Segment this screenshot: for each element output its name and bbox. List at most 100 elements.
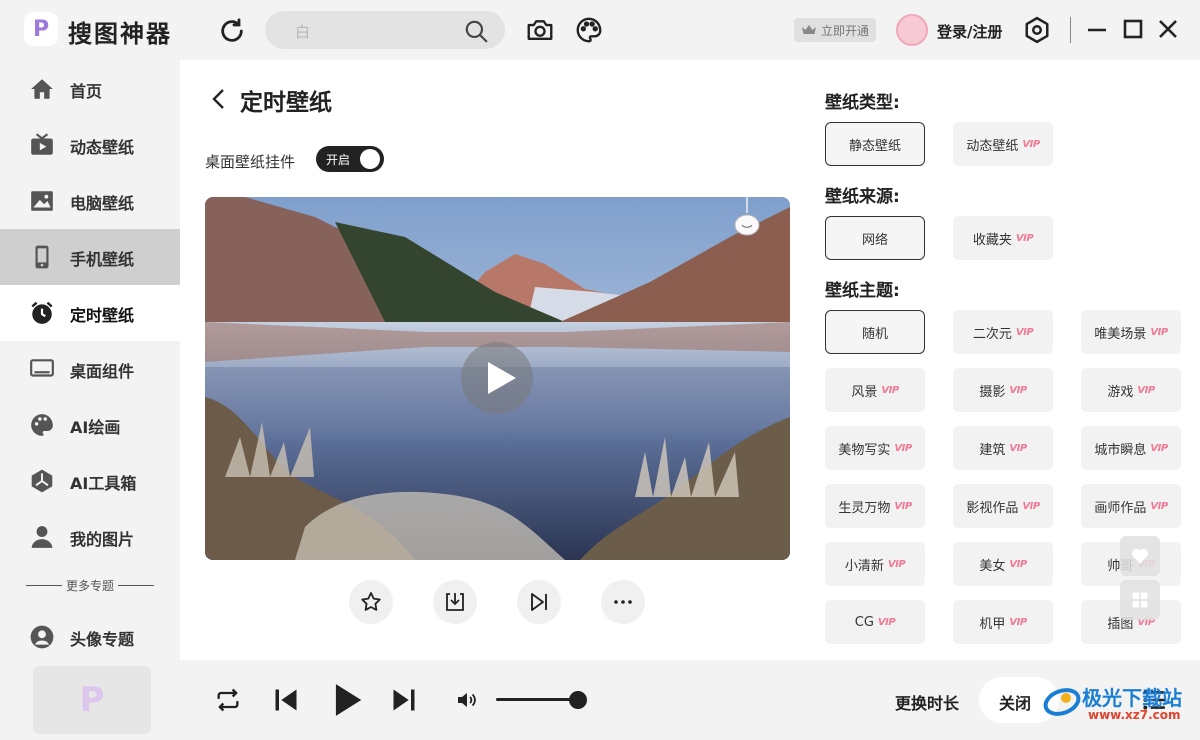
option-label: 收藏夹	[972, 232, 1012, 248]
option-live-wallpaper[interactable]: 动态壁纸 VIP	[953, 122, 1053, 166]
theme-option[interactable]: 机甲 VIP	[953, 600, 1053, 644]
settings-hex-icon[interactable]	[1022, 15, 1052, 45]
vip-badge: VIP	[1009, 558, 1027, 570]
option-label: 小清新	[844, 558, 884, 574]
sidebar-item-phone-wallpaper[interactable]: 手机壁纸	[0, 229, 180, 285]
repeat-icon[interactable]	[213, 686, 243, 714]
more-options-button[interactable]	[601, 580, 645, 624]
sidebar-item-label: 我的图片	[70, 530, 135, 549]
option-source-network[interactable]: 网络	[825, 216, 925, 260]
more-topics-divider: 更多专题	[26, 577, 154, 594]
widget-toggle-label: 桌面壁纸挂件	[205, 153, 296, 171]
play-overlay-button[interactable]	[461, 342, 533, 414]
theme-option[interactable]: 游戏 VIP	[1081, 368, 1181, 412]
refresh-icon[interactable]	[218, 17, 246, 45]
sidebar-item-live-wallpaper[interactable]: 动态壁纸	[0, 117, 180, 173]
camera-icon[interactable]	[525, 15, 555, 45]
app-logo: P	[24, 12, 58, 46]
vip-badge: VIP	[1009, 384, 1027, 396]
theme-option[interactable]: 画师作品 VIP	[1081, 484, 1181, 528]
image-icon	[31, 191, 53, 211]
theme-option[interactable]: 生灵万物 VIP	[825, 484, 925, 528]
avatar[interactable]	[896, 14, 928, 46]
main-panel: 定时壁纸 桌面壁纸挂件 开启 壁纸类型: 静态壁纸 动态壁纸 VIP 壁纸来源:…	[180, 60, 1200, 660]
logo-letter: P	[32, 16, 50, 42]
option-label: 随机	[861, 326, 888, 342]
widget-toggle[interactable]: 开启	[316, 146, 384, 172]
sidebar-item-avatar-topic[interactable]: 头像专题	[0, 609, 180, 665]
theme-option[interactable]: 二次元 VIP	[953, 310, 1053, 354]
apps-float-button[interactable]	[1120, 580, 1160, 620]
search-bar[interactable]: 白	[265, 11, 505, 49]
volume-slider-handle[interactable]	[569, 691, 588, 709]
sidebar-item-pc-wallpaper[interactable]: 电脑壁纸	[0, 173, 180, 229]
sidebar-item-label: 手机壁纸	[70, 250, 135, 269]
sidebar-item-label: 头像专题	[70, 630, 135, 649]
sidebar-item-label: 首页	[70, 82, 103, 101]
play-icon[interactable]	[328, 680, 366, 720]
next-icon[interactable]	[389, 686, 419, 714]
avatar-icon	[30, 625, 54, 649]
vip-open-button[interactable]: 立即开通	[794, 18, 876, 42]
theme-option[interactable]: 风景 VIP	[825, 368, 925, 412]
theme-option[interactable]: 城市瞬息 VIP	[1081, 426, 1181, 470]
theme-option[interactable]: 唯美场景 VIP	[1081, 310, 1181, 354]
hanging-widget-icon[interactable]	[733, 197, 761, 237]
phone-icon	[35, 245, 49, 269]
wallpaper-preview[interactable]	[205, 197, 790, 560]
sidebar-item-label: AI绘画	[70, 418, 121, 437]
close-icon[interactable]	[1156, 17, 1180, 41]
theme-option[interactable]: 建筑 VIP	[953, 426, 1053, 470]
theme-option[interactable]: CG VIP	[825, 600, 925, 644]
sidebar: 首页 动态壁纸 电脑壁纸 手机壁纸 定时壁纸 桌面组件 AI绘画 AI工具箱 我…	[0, 60, 180, 660]
vip-badge: VIP	[1015, 326, 1034, 338]
skip-next-icon	[531, 593, 547, 611]
vip-badge: VIP	[1137, 384, 1155, 396]
sidebar-item-label: AI工具箱	[70, 474, 137, 493]
sidebar-item-ai-painting[interactable]: AI绘画	[0, 397, 180, 453]
sidebar-item-ai-toolbox[interactable]: AI工具箱	[0, 453, 180, 509]
vip-badge: VIP	[881, 384, 899, 396]
previous-icon[interactable]	[271, 686, 301, 714]
change-duration-label[interactable]: 更换时长	[895, 690, 959, 714]
theme-option[interactable]: 小清新 VIP	[825, 542, 925, 586]
favorite-button[interactable]	[349, 580, 393, 624]
download-icon	[446, 593, 464, 611]
vip-badge: VIP	[1022, 500, 1040, 512]
close-timer-label: 关闭	[999, 694, 1032, 713]
search-input[interactable]: 白	[295, 21, 310, 42]
next-wallpaper-button[interactable]	[517, 580, 561, 624]
back-arrow-icon[interactable]	[208, 86, 230, 112]
login-register-link[interactable]: 登录/注册	[937, 21, 1002, 42]
theme-option[interactable]: 影视作品 VIP	[953, 484, 1053, 528]
sidebar-item-my-images[interactable]: 我的图片	[0, 509, 180, 565]
vip-badge: VIP	[887, 558, 906, 570]
watermark-name: 极光下载站	[1082, 686, 1182, 710]
option-label: 唯美场景	[1094, 326, 1147, 342]
tv-icon	[31, 133, 53, 155]
theme-option[interactable]: 随机	[825, 310, 925, 354]
site-watermark: 极光下载站 www.xz7.com	[1042, 680, 1192, 730]
option-label: 建筑	[979, 442, 1006, 458]
maximize-icon[interactable]	[1121, 17, 1145, 41]
option-label: 画师作品	[1094, 500, 1147, 516]
window-separator	[1070, 17, 1071, 43]
current-cover-thumbnail[interactable]: P	[33, 666, 151, 734]
player-bar: P 更换时长 关闭	[0, 660, 1200, 740]
volume-slider[interactable]	[496, 698, 578, 701]
theme-option[interactable]: 美女 VIP	[953, 542, 1053, 586]
sidebar-item-desktop-widgets[interactable]: 桌面组件	[0, 341, 180, 397]
minimize-icon[interactable]	[1085, 17, 1109, 41]
favorite-float-button[interactable]	[1120, 536, 1160, 576]
sidebar-item-home[interactable]: 首页	[0, 61, 180, 117]
option-static-wallpaper[interactable]: 静态壁纸	[825, 122, 925, 166]
volume-icon[interactable]	[452, 688, 482, 712]
sidebar-item-timed-wallpaper[interactable]: 定时壁纸	[0, 285, 180, 341]
palette-icon[interactable]	[574, 15, 604, 45]
download-button[interactable]	[433, 580, 477, 624]
theme-option[interactable]: 摄影 VIP	[953, 368, 1053, 412]
search-icon[interactable]	[463, 18, 489, 44]
title-bar: P 搜图神器 白 立即开通 登录/注册	[0, 0, 1200, 60]
option-source-favorites[interactable]: 收藏夹 VIP	[953, 216, 1053, 260]
theme-option[interactable]: 美物写实 VIP	[825, 426, 925, 470]
